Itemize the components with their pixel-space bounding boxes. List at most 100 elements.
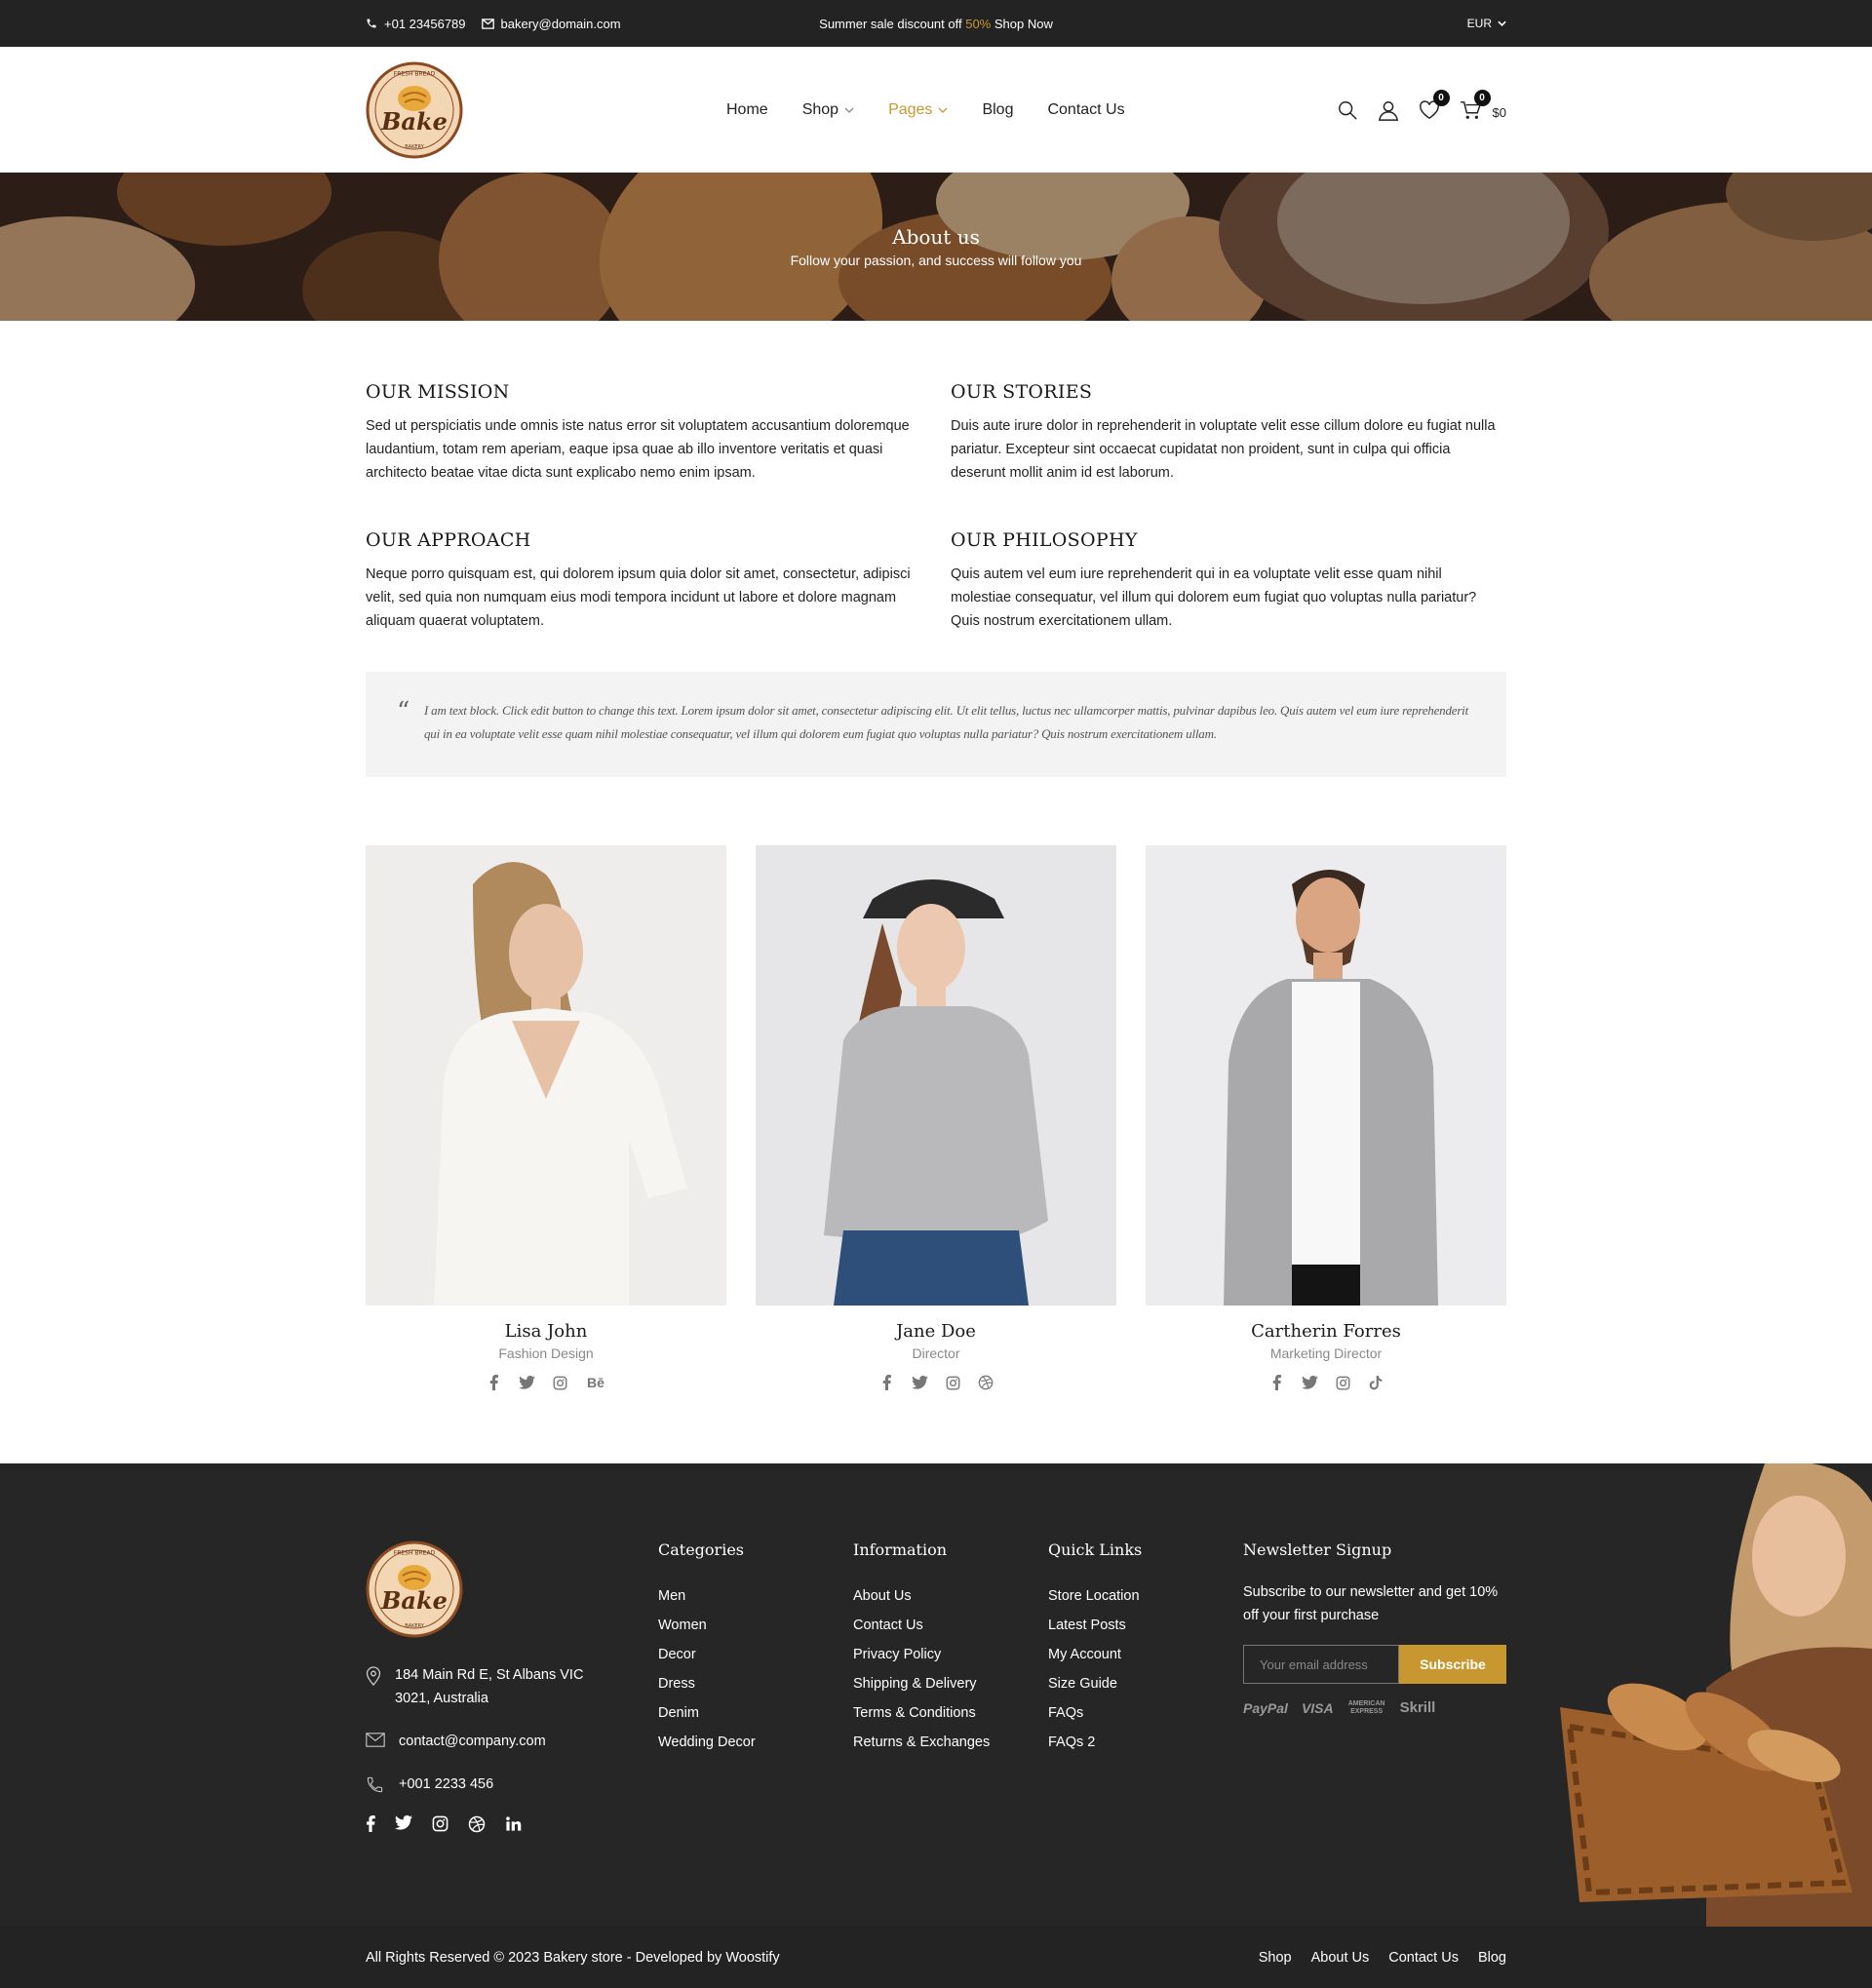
footer-link[interactable]: Denim	[658, 1705, 756, 1721]
bottom-link-about[interactable]: About Us	[1311, 1950, 1370, 1966]
team-member-role: Fashion Design	[498, 1345, 594, 1361]
promo-highlight: 50%	[965, 16, 992, 31]
page-title: About us	[892, 225, 980, 249]
linkedin-icon[interactable]	[505, 1815, 522, 1833]
user-icon[interactable]	[1376, 97, 1401, 123]
currency-selector[interactable]: EUR	[1467, 17, 1506, 30]
instagram-icon[interactable]	[1334, 1374, 1351, 1391]
footer-link[interactable]: Privacy Policy	[853, 1647, 990, 1662]
footer-email[interactable]: contact@company.com	[366, 1730, 619, 1753]
cart-button[interactable]: 0	[1458, 89, 1491, 123]
team-member-card: Lisa John Fashion Design Bē	[366, 845, 726, 1391]
topbar-email[interactable]: bakery@domain.com	[481, 17, 621, 31]
footer-column-title: Quick Links	[1048, 1540, 1143, 1559]
nav-contact[interactable]: Contact Us	[1047, 101, 1124, 119]
behance-icon[interactable]: Bē	[584, 1374, 607, 1391]
nav-shop-label: Shop	[801, 100, 839, 118]
dribbble-icon[interactable]	[468, 1815, 486, 1833]
wishlist-count-badge: 0	[1432, 89, 1450, 106]
footer-logo[interactable]: FRESH BREAD Bake BAKERY	[366, 1540, 463, 1638]
nav-blog[interactable]: Blog	[982, 101, 1013, 119]
footer-link[interactable]: Store Location	[1048, 1588, 1142, 1604]
footer-link[interactable]: Contact Us	[853, 1618, 990, 1633]
footer-link[interactable]: Terms & Conditions	[853, 1705, 990, 1721]
tiktok-icon[interactable]	[1367, 1374, 1384, 1391]
footer-link[interactable]: Latest Posts	[1048, 1618, 1142, 1633]
facebook-icon[interactable]	[485, 1374, 502, 1391]
footer-link[interactable]: Returns & Exchanges	[853, 1735, 990, 1750]
instagram-icon[interactable]	[551, 1374, 568, 1391]
footer-column-title: Information	[853, 1540, 948, 1559]
footer-link[interactable]: FAQs	[1048, 1705, 1142, 1721]
footer-link[interactable]: Women	[658, 1618, 756, 1633]
team-member-name: Cartherin Forres	[1251, 1321, 1401, 1342]
nav-pages[interactable]: Pages	[888, 101, 948, 119]
svg-text:BAKERY: BAKERY	[405, 1623, 424, 1629]
wishlist-button[interactable]: 0	[1417, 89, 1450, 123]
blockquote: “ I am text block. Click edit button to …	[366, 672, 1506, 777]
about-info-section: OUR MISSION Sed ut perspiciatis unde omn…	[366, 321, 1506, 1391]
team-member-photo[interactable]	[1146, 845, 1506, 1306]
top-bar: +01 23456789 bakery@domain.com Summer sa…	[0, 0, 1872, 47]
footer-link[interactable]: Size Guide	[1048, 1676, 1142, 1692]
logo[interactable]: FRESH BREAD Bake BAKERY	[366, 61, 463, 159]
copyright-text: All Rights Reserved © 2023 Bakery store …	[366, 1949, 780, 1966]
footer-link[interactable]: Decor	[658, 1647, 756, 1662]
footer-link[interactable]: FAQs 2	[1048, 1735, 1142, 1750]
footer-link[interactable]: Shipping & Delivery	[853, 1676, 990, 1692]
paypal-logo: PayPal	[1243, 1699, 1288, 1716]
nav-home-label: Home	[726, 100, 768, 118]
info-heading: OUR APPROACH	[366, 529, 531, 551]
footer-address-text: 184 Main Rd E, St Albans VIC 3021, Austr…	[395, 1667, 584, 1706]
quote-icon: “	[397, 697, 410, 726]
phone-icon	[366, 18, 377, 29]
facebook-icon[interactable]	[1268, 1374, 1285, 1391]
footer-link[interactable]: About Us	[853, 1588, 990, 1604]
instagram-icon[interactable]	[944, 1374, 961, 1391]
footer-phone[interactable]: +001 2233 456	[366, 1773, 619, 1796]
facebook-icon[interactable]	[878, 1374, 895, 1391]
mail-icon	[481, 18, 494, 29]
info-block-philosophy: OUR PHILOSOPHY Quis autem vel eum iure r…	[951, 529, 1506, 633]
phone-icon	[366, 1775, 385, 1794]
info-block-approach: OUR APPROACH Neque porro quisquam est, q…	[366, 529, 951, 633]
team-member-photo[interactable]	[366, 845, 726, 1306]
info-text: Sed ut perspiciatis unde omnis iste natu…	[366, 418, 910, 481]
info-text: Neque porro quisquam est, qui dolorem ip…	[366, 566, 911, 629]
twitter-icon[interactable]	[395, 1815, 412, 1833]
newsletter-email-input[interactable]	[1243, 1645, 1399, 1684]
footer-link[interactable]: My Account	[1048, 1647, 1142, 1662]
chevron-down-icon	[938, 107, 948, 113]
promo-prefix: Summer sale discount off	[819, 16, 966, 31]
nav-home[interactable]: Home	[726, 101, 768, 119]
main-nav: Home Shop Pages Blog Contact Us	[726, 101, 1125, 119]
topbar-phone[interactable]: +01 23456789	[366, 17, 466, 31]
twitter-icon[interactable]	[518, 1374, 535, 1391]
team-member-photo[interactable]	[756, 845, 1116, 1306]
twitter-icon[interactable]	[1301, 1374, 1318, 1391]
chevron-down-icon	[1498, 20, 1506, 26]
search-icon[interactable]	[1335, 97, 1360, 123]
promo-suffix: Shop Now	[991, 16, 1053, 31]
team-member-name: Jane Doe	[896, 1321, 976, 1342]
footer-categories: Categories Men Women Decor Dress Denim W…	[658, 1540, 756, 1764]
map-pin-icon	[366, 1666, 381, 1686]
bottom-link-blog[interactable]: Blog	[1478, 1950, 1506, 1966]
topbar-phone-text: +01 23456789	[384, 16, 466, 31]
team-section: Lisa John Fashion Design Bē Jane Doe Dir…	[366, 845, 1506, 1391]
svg-text:Bake: Bake	[380, 1586, 448, 1615]
dribbble-icon[interactable]	[977, 1374, 994, 1391]
bottom-link-shop[interactable]: Shop	[1259, 1950, 1292, 1966]
nav-blog-label: Blog	[982, 100, 1014, 118]
footer-link[interactable]: Men	[658, 1588, 756, 1604]
footer-link[interactable]: Wedding Decor	[658, 1735, 756, 1750]
twitter-icon[interactable]	[911, 1374, 928, 1391]
bottom-link-contact[interactable]: Contact Us	[1388, 1950, 1459, 1966]
promo-banner[interactable]: Summer sale discount off 50% Shop Now	[819, 17, 1053, 31]
nav-shop[interactable]: Shop	[802, 101, 854, 119]
footer-socials	[366, 1815, 619, 1833]
footer-link[interactable]: Dress	[658, 1676, 756, 1692]
instagram-icon[interactable]	[432, 1815, 448, 1833]
subscribe-button[interactable]: Subscribe	[1399, 1645, 1506, 1684]
facebook-icon[interactable]	[366, 1815, 375, 1833]
